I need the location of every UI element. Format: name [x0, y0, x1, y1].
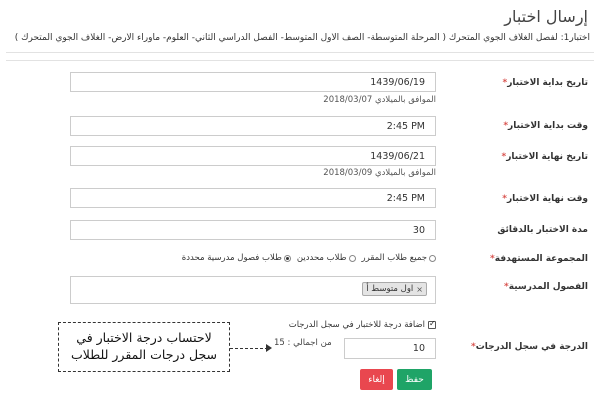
cancel-button[interactable]: إلغاء	[360, 369, 393, 390]
radio-all-students[interactable]: جميع طلاب المقرر	[362, 253, 436, 263]
target-group-radios: جميع طلاب المقرر طلاب محددين طلاب فصول م…	[182, 253, 436, 263]
page-title: إرسال اختبار	[504, 7, 588, 26]
divider	[6, 60, 594, 61]
arrow-right-icon	[266, 344, 272, 352]
classes-label: الفصول المدرسية*	[504, 282, 588, 292]
checkbox-checked-icon[interactable]	[428, 319, 436, 329]
end-date-label: تاريخ نهاية الاختبار*	[501, 152, 588, 162]
start-time-label: وقت بداية الاختبار*	[503, 121, 588, 131]
end-time-input[interactable]	[70, 188, 436, 208]
start-date-gregorian: الموافق بالميلادي 2018/03/07	[323, 95, 436, 105]
radio-specific-students[interactable]: طلاب محددين	[297, 253, 356, 263]
divider	[6, 52, 594, 53]
start-date-label: تاريخ بداية الاختبار*	[502, 78, 588, 88]
callout-line-1: لاحتساب درجة الاختبار في	[76, 330, 212, 346]
grade-total: من اجمالي : 15	[274, 338, 332, 348]
start-time-input[interactable]	[70, 116, 436, 136]
duration-label: مدة الاختبار بالدقائق	[497, 225, 588, 235]
end-date-input[interactable]	[70, 146, 436, 166]
send-test-page: إرسال اختبار اختبار1: لفصل الغلاف الجوي …	[0, 0, 600, 403]
end-date-gregorian: الموافق بالميلادي 2018/03/09	[323, 168, 436, 178]
callout-arrow-line	[230, 348, 268, 349]
save-button[interactable]: حفظ	[397, 369, 432, 390]
grade-label: الدرجة في سجل الدرجات*	[470, 342, 588, 352]
classes-multiselect[interactable]: × اول متوسط أ	[70, 276, 436, 304]
end-time-label: وقت نهاية الاختبار*	[502, 194, 588, 204]
radio-icon[interactable]	[429, 254, 436, 262]
duration-input[interactable]	[70, 220, 436, 240]
start-date-input[interactable]	[70, 72, 436, 92]
radio-icon[interactable]	[348, 254, 356, 262]
callout-line-2: سجل درجات المقرر للطلاب	[70, 347, 218, 362]
radio-selected-icon[interactable]	[283, 254, 291, 262]
remove-tag-icon[interactable]: ×	[416, 285, 423, 294]
target-group-label: المجموعة المستهدفة*	[490, 254, 588, 264]
radio-specific-classes[interactable]: طلاب فصول مدرسية محددة	[182, 253, 291, 263]
class-tag: × اول متوسط أ	[362, 282, 427, 296]
annotation-callout: لاحتساب درجة الاختبار في سجل درجات المقر…	[58, 322, 230, 372]
grade-input[interactable]	[344, 338, 436, 359]
test-description: اختبار1: لفصل الغلاف الجوي المتحرك ( الم…	[14, 33, 590, 43]
add-grade-checkbox-row[interactable]: اضافة درجة للاختبار في سجل الدرجات	[289, 319, 436, 330]
